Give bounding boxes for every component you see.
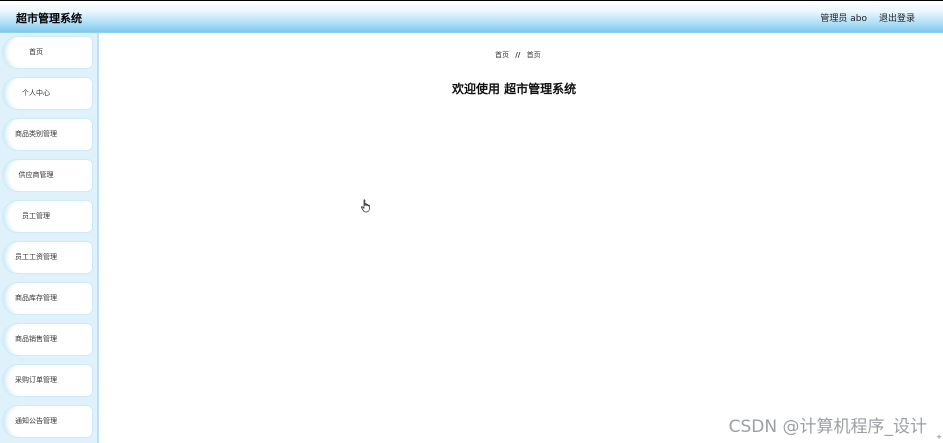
breadcrumb: 首页 // 首页	[495, 50, 541, 60]
sidebar-item-salary[interactable]: 员工工资管理	[2, 241, 93, 274]
sidebar-item-notice[interactable]: 通知公告管理	[2, 405, 93, 438]
breadcrumb-separator: //	[515, 51, 521, 59]
corner-mark: +	[936, 433, 942, 441]
sidebar-item-label: 供应商管理	[18, 171, 54, 179]
sidebar-item-label: 员工管理	[22, 212, 50, 220]
sidebar-item-label: 员工工资管理	[15, 253, 57, 261]
sidebar-item-purchase-order[interactable]: 采购订单管理	[2, 364, 93, 397]
page: 超市管理系统 管理员 abo 退出登录 首页 个人中心 商品类别管理 供应商管理…	[0, 0, 943, 443]
sidebar-item-label: 商品库存管理	[15, 294, 57, 302]
sidebar-item-profile[interactable]: 个人中心	[2, 77, 93, 110]
sidebar-item-inventory[interactable]: 商品库存管理	[2, 282, 93, 315]
sidebar-item-label: 商品销售管理	[15, 335, 57, 343]
sidebar-item-home[interactable]: 首页	[2, 36, 93, 69]
sidebar: 首页 个人中心 商品类别管理 供应商管理 员工管理 员工工资管理 商品库存管理 …	[0, 33, 99, 443]
header-bar: 超市管理系统 管理员 abo 退出登录	[0, 1, 943, 33]
sidebar-item-label: 商品类别管理	[15, 130, 57, 138]
sidebar-item-label: 首页	[29, 48, 43, 56]
watermark-text: CSDN @计算机程序_设计	[728, 417, 927, 437]
sidebar-item-supplier[interactable]: 供应商管理	[2, 159, 93, 192]
welcome-heading: 欢迎使用 超市管理系统	[452, 82, 577, 96]
logout-link[interactable]: 退出登录	[879, 11, 915, 24]
user-info: 管理员 abo	[820, 14, 867, 24]
app-title: 超市管理系统	[16, 12, 82, 25]
sidebar-item-label: 个人中心	[22, 89, 50, 97]
sidebar-item-staff[interactable]: 员工管理	[2, 200, 93, 233]
hand-pointer-icon	[360, 199, 370, 213]
sidebar-item-sales[interactable]: 商品销售管理	[2, 323, 93, 356]
breadcrumb-home[interactable]: 首页	[495, 51, 509, 59]
sidebar-item-category[interactable]: 商品类别管理	[2, 118, 93, 151]
breadcrumb-current: 首页	[526, 51, 541, 59]
sidebar-item-label: 采购订单管理	[15, 376, 57, 384]
sidebar-item-label: 通知公告管理	[15, 417, 57, 425]
